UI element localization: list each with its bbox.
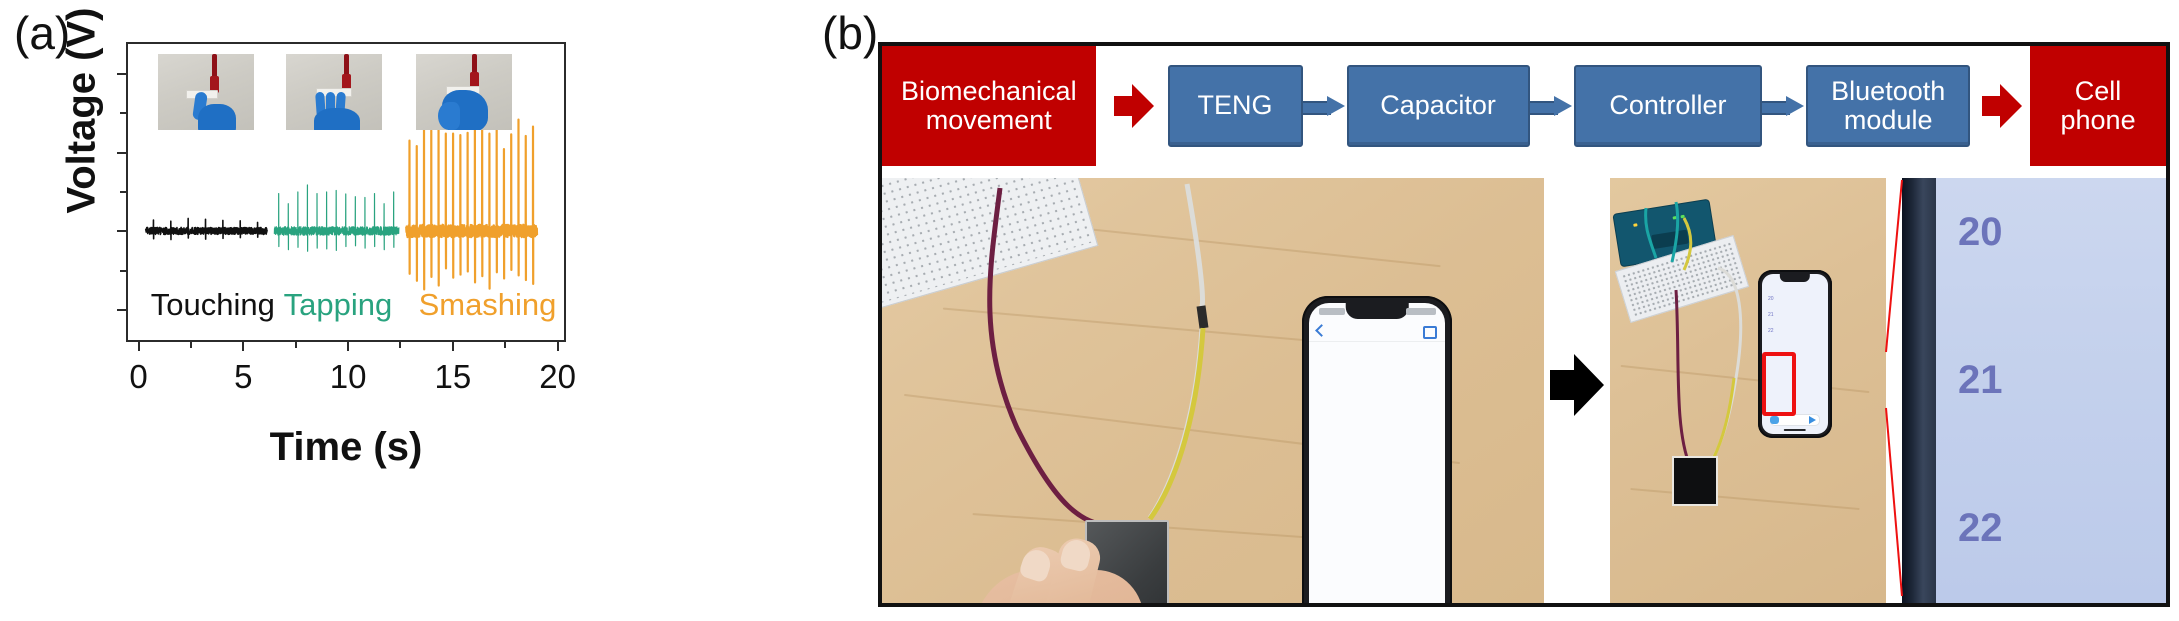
panel-a-voltage-chart: (a) Voltage (V) -2000200400 <box>0 0 800 621</box>
arrow-red-icon-1 <box>1113 84 1154 128</box>
y-tick-mark-3 <box>117 72 126 75</box>
screen-value-2: 21 <box>1958 358 2003 402</box>
series-label-smashing: Smashing <box>418 286 557 322</box>
x-tick-mark-1 <box>242 342 245 351</box>
y-tick-mark-0 <box>117 309 126 312</box>
phone-statusbar <box>1309 307 1445 319</box>
contact-icon[interactable] <box>1423 326 1437 339</box>
waveform-tapping <box>273 184 400 252</box>
series-label-tapping: Tapping <box>283 286 393 322</box>
x-tick-mark-0 <box>137 342 140 351</box>
x-tick-minor-3 <box>504 342 507 348</box>
flow-node-capacitor: Capacitor <box>1346 65 1530 147</box>
screen-highlight-box <box>1762 352 1796 416</box>
x-tick-minor-2 <box>399 342 402 348</box>
x-tick-mark-3 <box>451 342 454 351</box>
inset-photo-tapping <box>286 54 382 130</box>
y-tick-mark-1 <box>117 230 126 233</box>
screen-value-1: 20 <box>1958 210 2003 254</box>
system-flow-diagram: Biomechanical movement TENG Capacitor Co… <box>882 46 2166 166</box>
series-label-touching: Touching <box>150 286 275 322</box>
phone-screen-zoom-photo: 20 21 22 <box>1902 178 2166 603</box>
x-tick-label-4: 20 <box>539 358 576 395</box>
x-tick-label-1: 5 <box>234 358 253 395</box>
y-tick-mark-2 <box>117 151 126 154</box>
inset-photo-touching <box>158 54 254 130</box>
arrow-blue-icon-1 <box>1302 96 1347 116</box>
x-tick-label-2: 10 <box>329 358 367 395</box>
flow-node-bluetooth-line1: Bluetooth <box>1831 75 1946 106</box>
waveform-touching <box>144 217 268 241</box>
demonstration-photos: 20 21 22 20 21 22 <box>882 166 2166 603</box>
teng-finger-demo-photo <box>882 178 1544 603</box>
phone-screen-left <box>1309 303 1445 603</box>
y-axis-title: Voltage (V) <box>59 7 104 214</box>
plot-inner: Touching Tapping Smashing <box>128 44 564 340</box>
flow-node-controller: Controller <box>1573 65 1763 147</box>
x-tick-minor-1 <box>294 342 297 348</box>
teng-pad-mid <box>1672 456 1718 506</box>
flow-node-teng: TENG <box>1167 65 1303 147</box>
flow-node-biomechanical-line2: movement <box>925 105 1052 135</box>
panel-b-system-demo: Biomechanical movement TENG Capacitor Co… <box>878 42 2170 607</box>
arrow-blue-icon-2 <box>1529 96 1574 116</box>
arrow-red-icon-2 <box>1982 84 2023 128</box>
process-arrow-icon <box>1550 353 1604 416</box>
x-tick-label-3: 15 <box>434 358 472 395</box>
waveform-smashing <box>405 117 539 291</box>
arduino-bluetooth-demo-photo: 20 21 22 <box>1610 178 1886 603</box>
x-tick-label-0: 0 <box>129 358 148 395</box>
x-axis-title: Time (s) <box>269 425 423 469</box>
phone-bezel <box>1902 178 1936 603</box>
back-icon[interactable] <box>1315 324 1328 337</box>
flow-node-biomechanical-line1: Biomechanical <box>900 75 1077 106</box>
wires-mid <box>1644 201 1743 467</box>
flow-node-cellphone: Cell phone <box>2030 46 2166 166</box>
x-tick-mark-4 <box>556 342 559 351</box>
plot-area: Touching Tapping Smashing <box>126 42 566 342</box>
smartphone-left <box>1302 296 1452 603</box>
screen-value-3: 22 <box>1958 506 2003 550</box>
x-tick-minor-0 <box>189 342 192 348</box>
panel-b-label: (b) <box>822 7 879 59</box>
inset-photo-smashing <box>416 54 512 130</box>
arrow-blue-icon-3 <box>1762 96 1806 116</box>
x-tick-mark-2 <box>347 342 350 351</box>
flow-node-bluetooth-line2: module <box>1843 105 1933 135</box>
flow-node-biomechanical: Biomechanical movement <box>882 46 1096 166</box>
flow-node-bluetooth: Bluetooth module <box>1806 65 1971 147</box>
figure-root: (a) Voltage (V) -2000200400 <box>0 0 2179 621</box>
phone-navbar <box>1309 323 1445 342</box>
